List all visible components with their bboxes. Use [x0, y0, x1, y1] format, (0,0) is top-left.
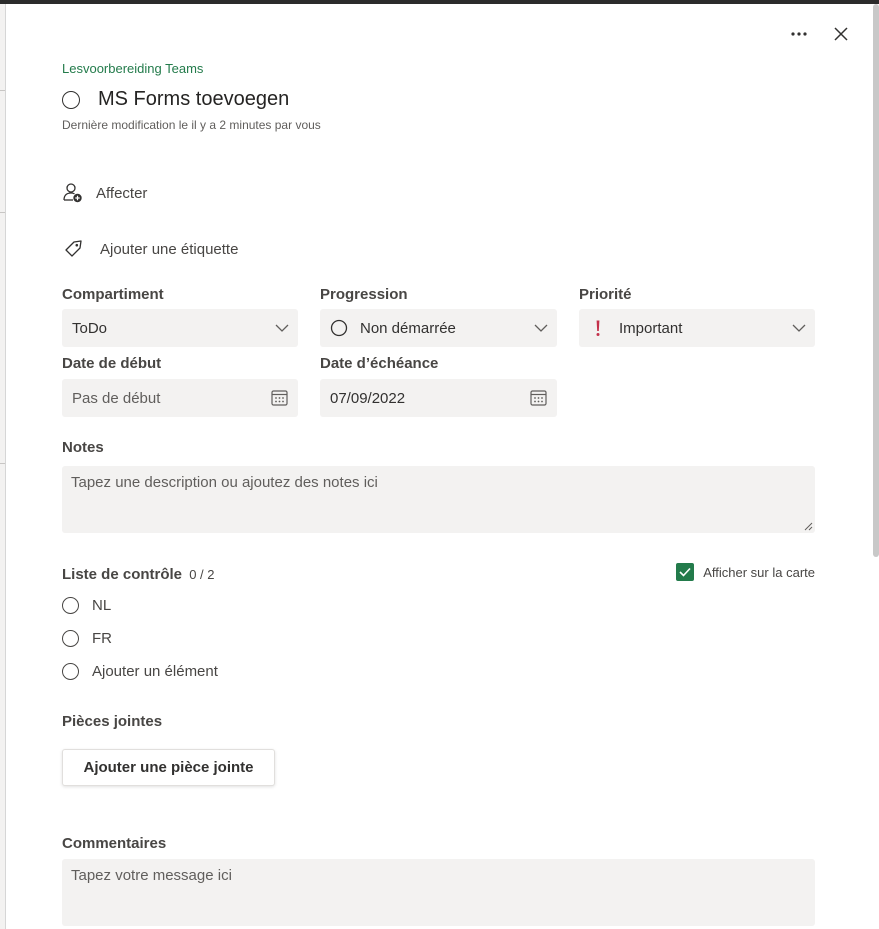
- show-on-card-toggle[interactable]: Afficher sur la carte: [676, 563, 815, 581]
- assign-label: Affecter: [96, 184, 148, 202]
- chevron-down-icon: [792, 324, 806, 332]
- plan-name[interactable]: Lesvoorbereiding Teams: [62, 61, 203, 76]
- checklist-item-text[interactable]: FR: [92, 630, 112, 647]
- add-person-icon: [63, 183, 82, 203]
- progress-dropdown[interactable]: Non démarrée: [320, 309, 557, 347]
- bucket-label: Compartiment: [62, 286, 164, 303]
- close-icon: [834, 27, 848, 41]
- start-date-placeholder: Pas de début: [72, 389, 161, 407]
- last-modified-text: Dernière modification le il y a 2 minute…: [62, 118, 321, 132]
- bucket-dropdown[interactable]: ToDo: [62, 309, 298, 347]
- checklist-item-checkbox[interactable]: [62, 630, 79, 647]
- assign-button[interactable]: Affecter: [62, 182, 147, 204]
- resize-grip-icon[interactable]: [804, 522, 813, 531]
- priority-dropdown[interactable]: Important: [579, 309, 815, 347]
- due-date-picker[interactable]: 07/09/2022: [320, 379, 557, 417]
- add-item-label[interactable]: Ajouter un élément: [92, 663, 218, 680]
- start-date-label: Date de début: [62, 355, 162, 372]
- progress-label: Progression: [320, 286, 408, 303]
- show-on-card-checkbox[interactable]: [676, 563, 695, 581]
- close-button[interactable]: [829, 22, 853, 46]
- calendar-icon: [530, 390, 547, 406]
- panel-scrollbar[interactable]: [873, 4, 879, 557]
- due-date-value: 07/09/2022: [330, 389, 406, 407]
- due-date-label: Date d’échéance: [320, 355, 439, 372]
- bucket-value: ToDo: [72, 319, 108, 337]
- add-attachment-button[interactable]: Ajouter une pièce jointe: [62, 749, 275, 786]
- checklist-count: 0 / 2: [189, 567, 215, 582]
- task-title-row: MS Forms toevoegen: [62, 88, 289, 111]
- attachments-label: Pièces jointes: [62, 713, 163, 730]
- panel-top-actions: [787, 22, 853, 46]
- task-title[interactable]: MS Forms toevoegen: [98, 88, 289, 111]
- add-item-circle-icon: [62, 663, 79, 680]
- show-on-card-label: Afficher sur la carte: [703, 564, 815, 580]
- progress-value: Non démarrée: [360, 319, 456, 337]
- checklist-item-checkbox[interactable]: [62, 597, 79, 614]
- priority-value: Important: [619, 319, 683, 337]
- comments-placeholder: Tapez votre message ici: [71, 867, 232, 884]
- complete-task-checkbox[interactable]: [62, 90, 80, 109]
- notes-placeholder: Tapez une description ou ajoutez des not…: [71, 474, 378, 491]
- more-horizontal-icon: [791, 32, 807, 36]
- checklist-item[interactable]: FR: [62, 630, 112, 647]
- tag-icon: [65, 240, 82, 257]
- not-started-circle-icon: [330, 319, 348, 337]
- checklist-label: Liste de contrôle: [62, 566, 183, 583]
- more-options-button[interactable]: [787, 22, 811, 46]
- add-label-label: Ajouter une étiquette: [100, 240, 239, 258]
- priority-label: Priorité: [579, 286, 632, 303]
- chevron-down-icon: [534, 324, 548, 332]
- checklist-item-text[interactable]: NL: [92, 597, 111, 614]
- notes-label: Notes: [62, 439, 104, 456]
- calendar-icon: [271, 390, 288, 406]
- add-checklist-item[interactable]: Ajouter un élément: [62, 663, 218, 680]
- checkmark-icon: [679, 567, 691, 577]
- add-label-button[interactable]: Ajouter une étiquette: [62, 238, 238, 260]
- checklist-header: Liste de contrôle 0 / 2: [62, 566, 215, 583]
- notes-textarea[interactable]: Tapez une description ou ajoutez des not…: [62, 466, 815, 533]
- checklist-item[interactable]: NL: [62, 597, 111, 614]
- chevron-down-icon: [275, 324, 289, 332]
- comments-label: Commentaires: [62, 835, 167, 852]
- comments-textarea[interactable]: Tapez votre message ici: [62, 859, 815, 926]
- start-date-picker[interactable]: Pas de début: [62, 379, 298, 417]
- important-exclamation-icon: [596, 320, 600, 336]
